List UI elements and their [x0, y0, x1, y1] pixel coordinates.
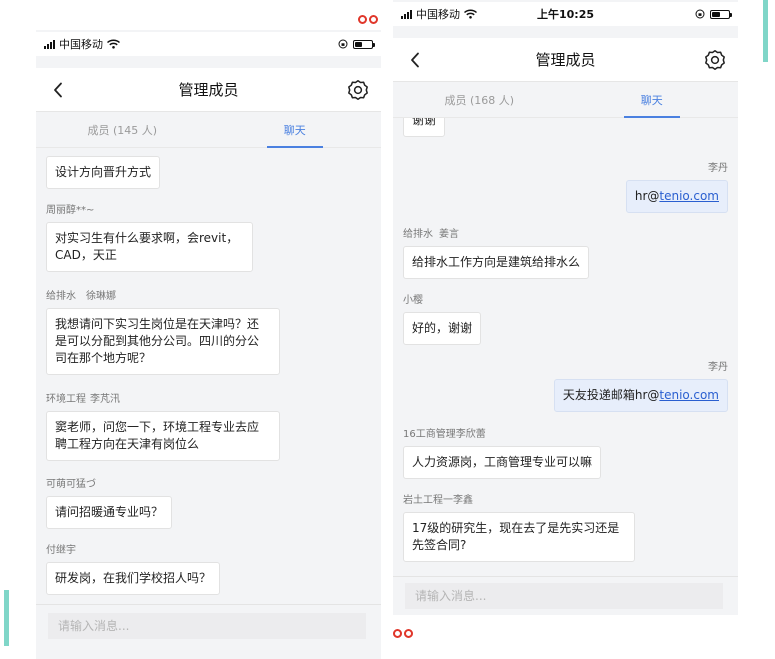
chat-messages[interactable]: 设计方向晋升方式 周丽醇**~ 对实习生有什么要求啊，会revit， CAD，天… — [36, 148, 381, 604]
chat-messages[interactable]: 谢谢 李丹 hr@tenio.com 给排水 姜言 给排水工作方向是建筑给排水么 … — [393, 118, 738, 576]
sender-name: 岩土工程一李鑫 — [403, 495, 473, 506]
chat-message: 岩土工程一李鑫 17级的研究生，现在去了是先实习还是 先签合同? — [403, 494, 728, 562]
message-bubble[interactable]: 窦老师，问您一下，环境工程专业去应 聘工程方向在天津有岗位么 — [46, 411, 280, 461]
back-button[interactable] — [403, 48, 427, 72]
sender-name: 李丹 — [708, 362, 728, 373]
red-marker-top — [358, 15, 378, 24]
member-chat-tabs: 成员 (145 人) 聊天 — [36, 112, 381, 148]
sender-name: 小樱 — [403, 295, 423, 306]
sender-name — [46, 148, 371, 152]
orientation-lock-icon — [695, 9, 705, 19]
message-bubble[interactable]: 人力资源岗，工商管理专业可以嘛 — [403, 446, 602, 479]
tab-chat[interactable]: 聊天 — [209, 112, 382, 148]
accent-bar-right — [763, 0, 768, 62]
sender-name: 周丽醇**~ — [46, 205, 95, 216]
red-marker-bottom — [393, 629, 413, 638]
status-bar: 中国移动 上午10:25 — [393, 2, 738, 26]
tab-chat[interactable]: 聊天 — [566, 82, 739, 118]
message-text: hr@ — [634, 189, 660, 203]
sender-name: 给排水 徐琳娜 — [46, 290, 371, 304]
chat-message: 付继宇 研发岗，在我们学校招人吗？ — [46, 544, 371, 595]
message-bubble[interactable]: 请问招暖通专业吗？ — [46, 496, 173, 529]
chat-message: 设计方向晋升方式 — [46, 148, 371, 189]
tab-members[interactable]: 成员 (168 人) — [393, 82, 566, 117]
sender-department: 给排水 — [46, 291, 76, 302]
message-bubble[interactable]: 好的，谢谢 — [403, 312, 482, 345]
sender-name: 环境工程 李芃汛 — [46, 393, 371, 407]
chat-message: 16工商管理李欣蕾 人力资源岗，工商管理专业可以嘛 — [403, 428, 728, 479]
carrier-name: 中国移动 — [59, 38, 103, 51]
gear-icon — [348, 80, 368, 100]
orientation-lock-icon — [338, 39, 348, 49]
chevron-left-icon — [54, 82, 62, 98]
message-bubble[interactable]: 谢谢 — [403, 118, 446, 137]
accent-bar-left — [4, 590, 9, 646]
message-input[interactable] — [48, 613, 366, 639]
page-title: 管理成员 — [178, 81, 239, 99]
right-screenshot: 中国移动 上午10:25 管理成员 成员 (168 人) 聊天 谢谢 李丹 hr… — [393, 0, 738, 615]
sender-name: 16工商管理李欣蕾 — [403, 429, 486, 440]
page-title: 管理成员 — [535, 51, 596, 69]
message-bubble[interactable]: 17级的研究生，现在去了是先实习还是 先签合同? — [403, 512, 635, 562]
battery-icon — [710, 9, 732, 19]
settings-button[interactable] — [702, 47, 728, 73]
chat-message: 给排水 徐琳娜 我想请问下实习生岗位是在天津吗？还 是可以分配到其他分公司。四川的… — [46, 290, 371, 375]
chat-message: 可萌可猛づ 请问招暖通专业吗？ — [46, 478, 371, 529]
message-input-bar — [393, 576, 738, 615]
sender-name-text: 姜言 — [439, 229, 459, 240]
chat-message: 谢谢 — [403, 118, 728, 137]
nav-bar: 管理成员 — [393, 38, 738, 82]
email-link[interactable]: tenio.com — [659, 388, 719, 402]
message-input-bar — [36, 604, 381, 659]
message-bubble[interactable]: 对实习生有什么要求啊，会revit， CAD，天正 — [46, 222, 253, 272]
message-text: 天友投递邮箱hr@ — [562, 388, 660, 402]
message-bubble[interactable]: 我想请问下实习生岗位是在天津吗？还 是可以分配到其他分公司。四川的分公 司在那个… — [46, 308, 280, 375]
sender-name-text: 徐琳娜 — [86, 291, 116, 302]
chat-message: 周丽醇**~ 对实习生有什么要求啊，会revit， CAD，天正 — [46, 204, 371, 272]
chat-message: 环境工程 李芃汛 窦老师，问您一下，环境工程专业去应 聘工程方向在天津有岗位么 — [46, 393, 371, 461]
sender-name: 付继宇 — [46, 545, 76, 556]
sender-name: 李丹 — [708, 163, 728, 174]
wifi-icon — [107, 39, 120, 49]
left-screenshot: 中国移动 管理成员 成员 (145 人) 聊天 设计方向晋升方式 周丽醇**~ … — [36, 30, 381, 659]
sender-name-text: 李芃汛 — [90, 394, 120, 405]
chat-message: 小樱 好的，谢谢 — [403, 294, 728, 345]
chevron-left-icon — [411, 52, 419, 68]
nav-bar: 管理成员 — [36, 68, 381, 112]
settings-button[interactable] — [345, 77, 371, 103]
sender-name: 给排水 姜言 — [403, 228, 728, 242]
chat-message: 给排水 姜言 给排水工作方向是建筑给排水么 — [403, 228, 728, 279]
signal-bars-icon — [44, 39, 55, 49]
message-bubble[interactable]: 研发岗，在我们学校招人吗？ — [46, 562, 221, 595]
signal-bars-icon — [401, 9, 412, 19]
member-chat-tabs: 成员 (168 人) 聊天 — [393, 82, 738, 118]
message-input[interactable] — [405, 583, 723, 609]
status-bar: 中国移动 — [36, 32, 381, 56]
wifi-icon — [464, 9, 477, 19]
back-button[interactable] — [46, 78, 70, 102]
gear-icon — [705, 50, 725, 70]
email-link[interactable]: tenio.com — [659, 189, 719, 203]
sender-name: 可萌可猛づ — [46, 479, 96, 490]
message-bubble[interactable]: hr@tenio.com — [625, 180, 728, 213]
sender-department: 给排水 — [403, 229, 433, 240]
chat-message-self: 李丹 hr@tenio.com — [403, 162, 728, 213]
sender-department: 环境工程 — [46, 394, 86, 405]
chat-message-self: 李丹 天友投递邮箱hr@tenio.com — [403, 361, 728, 412]
message-bubble[interactable]: 天友投递邮箱hr@tenio.com — [553, 379, 728, 412]
tab-members[interactable]: 成员 (145 人) — [36, 112, 209, 147]
message-bubble[interactable]: 给排水工作方向是建筑给排水么 — [403, 246, 590, 279]
carrier-name: 中国移动 — [416, 8, 460, 21]
message-bubble[interactable]: 设计方向晋升方式 — [46, 156, 161, 189]
battery-icon — [353, 39, 375, 49]
